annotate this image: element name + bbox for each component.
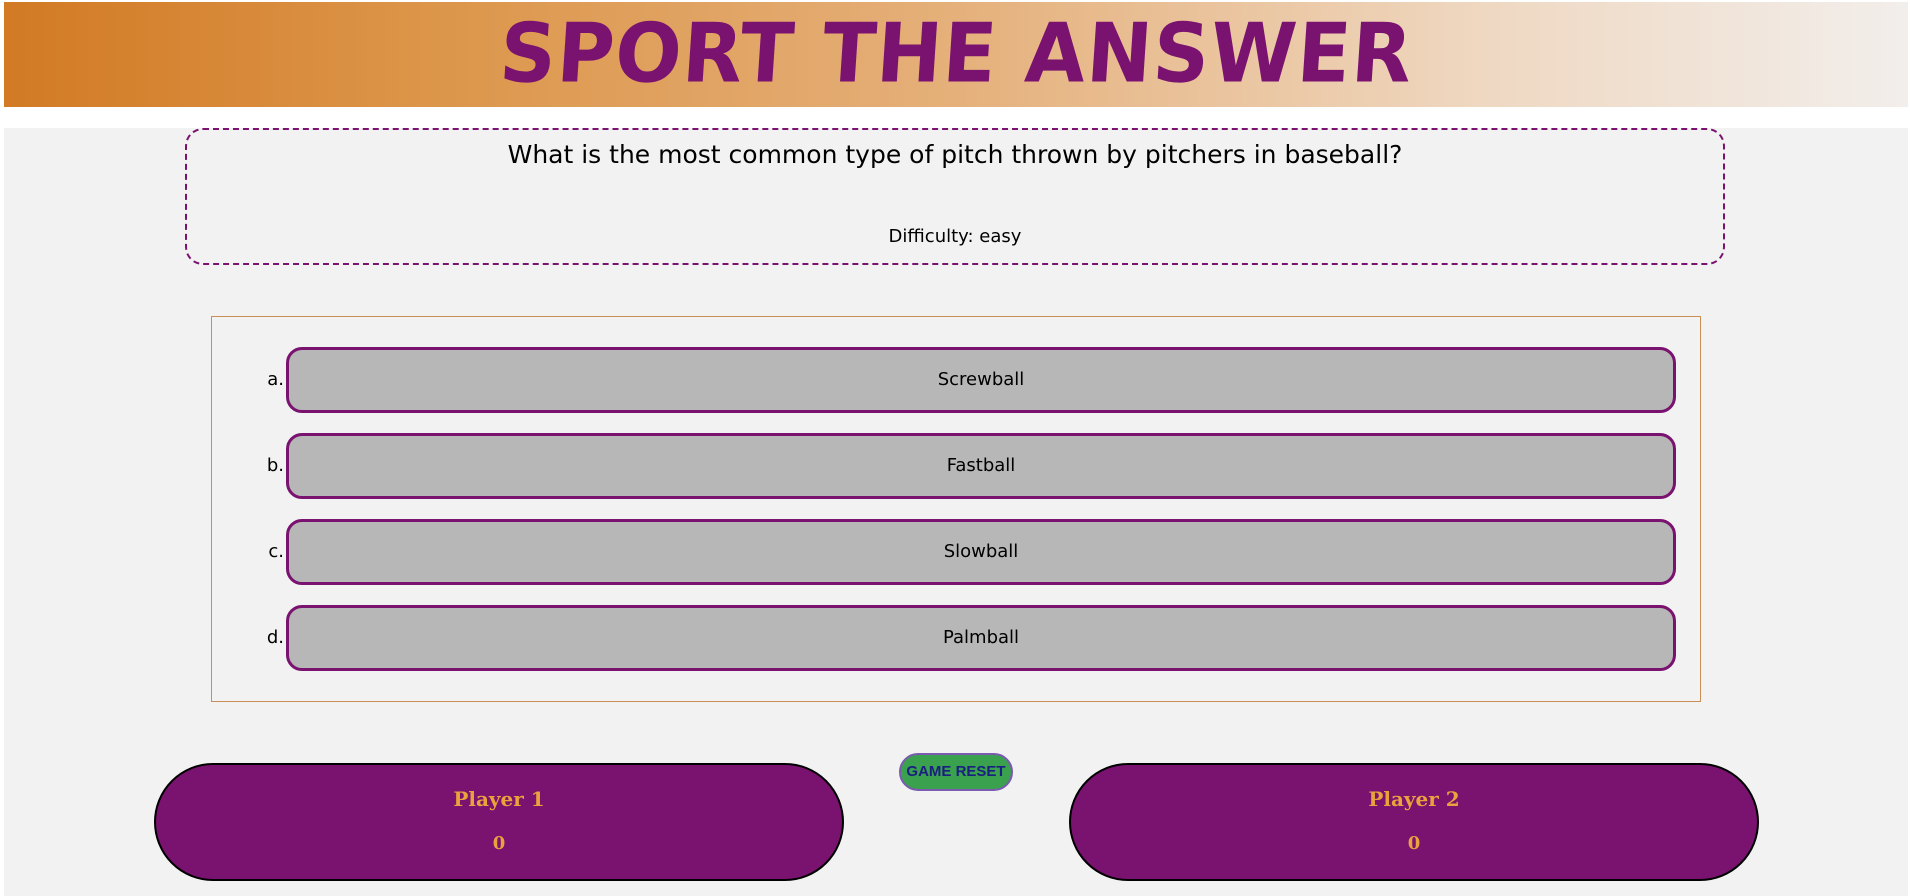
answer-button-c[interactable]: Slowball	[286, 519, 1676, 585]
answers-panel: a. Screwball b. Fastball c. Slowball d. …	[211, 316, 1701, 702]
app-title: SPORT THE ANSWER	[496, 6, 1416, 101]
player-1-score: 0	[492, 833, 506, 854]
player-2-score: 0	[1407, 833, 1421, 854]
answer-letter: d.	[266, 627, 284, 648]
game-area: What is the most common type of pitch th…	[4, 128, 1908, 896]
answer-row-b: b. Fastball	[212, 433, 1700, 499]
answer-letter: c.	[268, 541, 284, 562]
answer-button-b[interactable]: Fastball	[286, 433, 1676, 499]
difficulty-label: Difficulty: easy	[888, 226, 1022, 247]
player-2-name: Player 2	[1368, 787, 1460, 811]
answer-row-a: a. Screwball	[212, 347, 1700, 413]
question-panel: What is the most common type of pitch th…	[185, 128, 1725, 265]
answer-button-a[interactable]: Screwball	[286, 347, 1676, 413]
answer-button-d[interactable]: Palmball	[286, 605, 1676, 671]
question-text: What is the most common type of pitch th…	[507, 140, 1403, 169]
answer-row-c: c. Slowball	[212, 519, 1700, 585]
game-reset-button[interactable]: GAME RESET	[899, 753, 1013, 791]
player-1-name: Player 1	[453, 787, 545, 811]
header-banner: SPORT THE ANSWER	[4, 2, 1908, 107]
player-1-scorecard: Player 1 0	[154, 763, 844, 881]
answer-row-d: d. Palmball	[212, 605, 1700, 671]
answer-letter: a.	[267, 369, 284, 390]
answer-letter: b.	[266, 455, 284, 476]
player-2-scorecard: Player 2 0	[1069, 763, 1759, 881]
